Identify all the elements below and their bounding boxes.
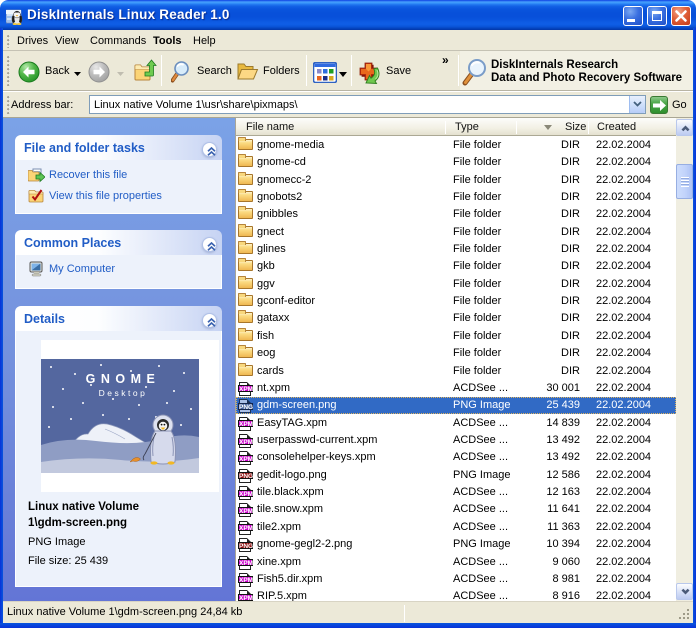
svg-text:Desktop: Desktop: [99, 388, 148, 398]
svg-text:GNOME: GNOME: [86, 372, 161, 386]
